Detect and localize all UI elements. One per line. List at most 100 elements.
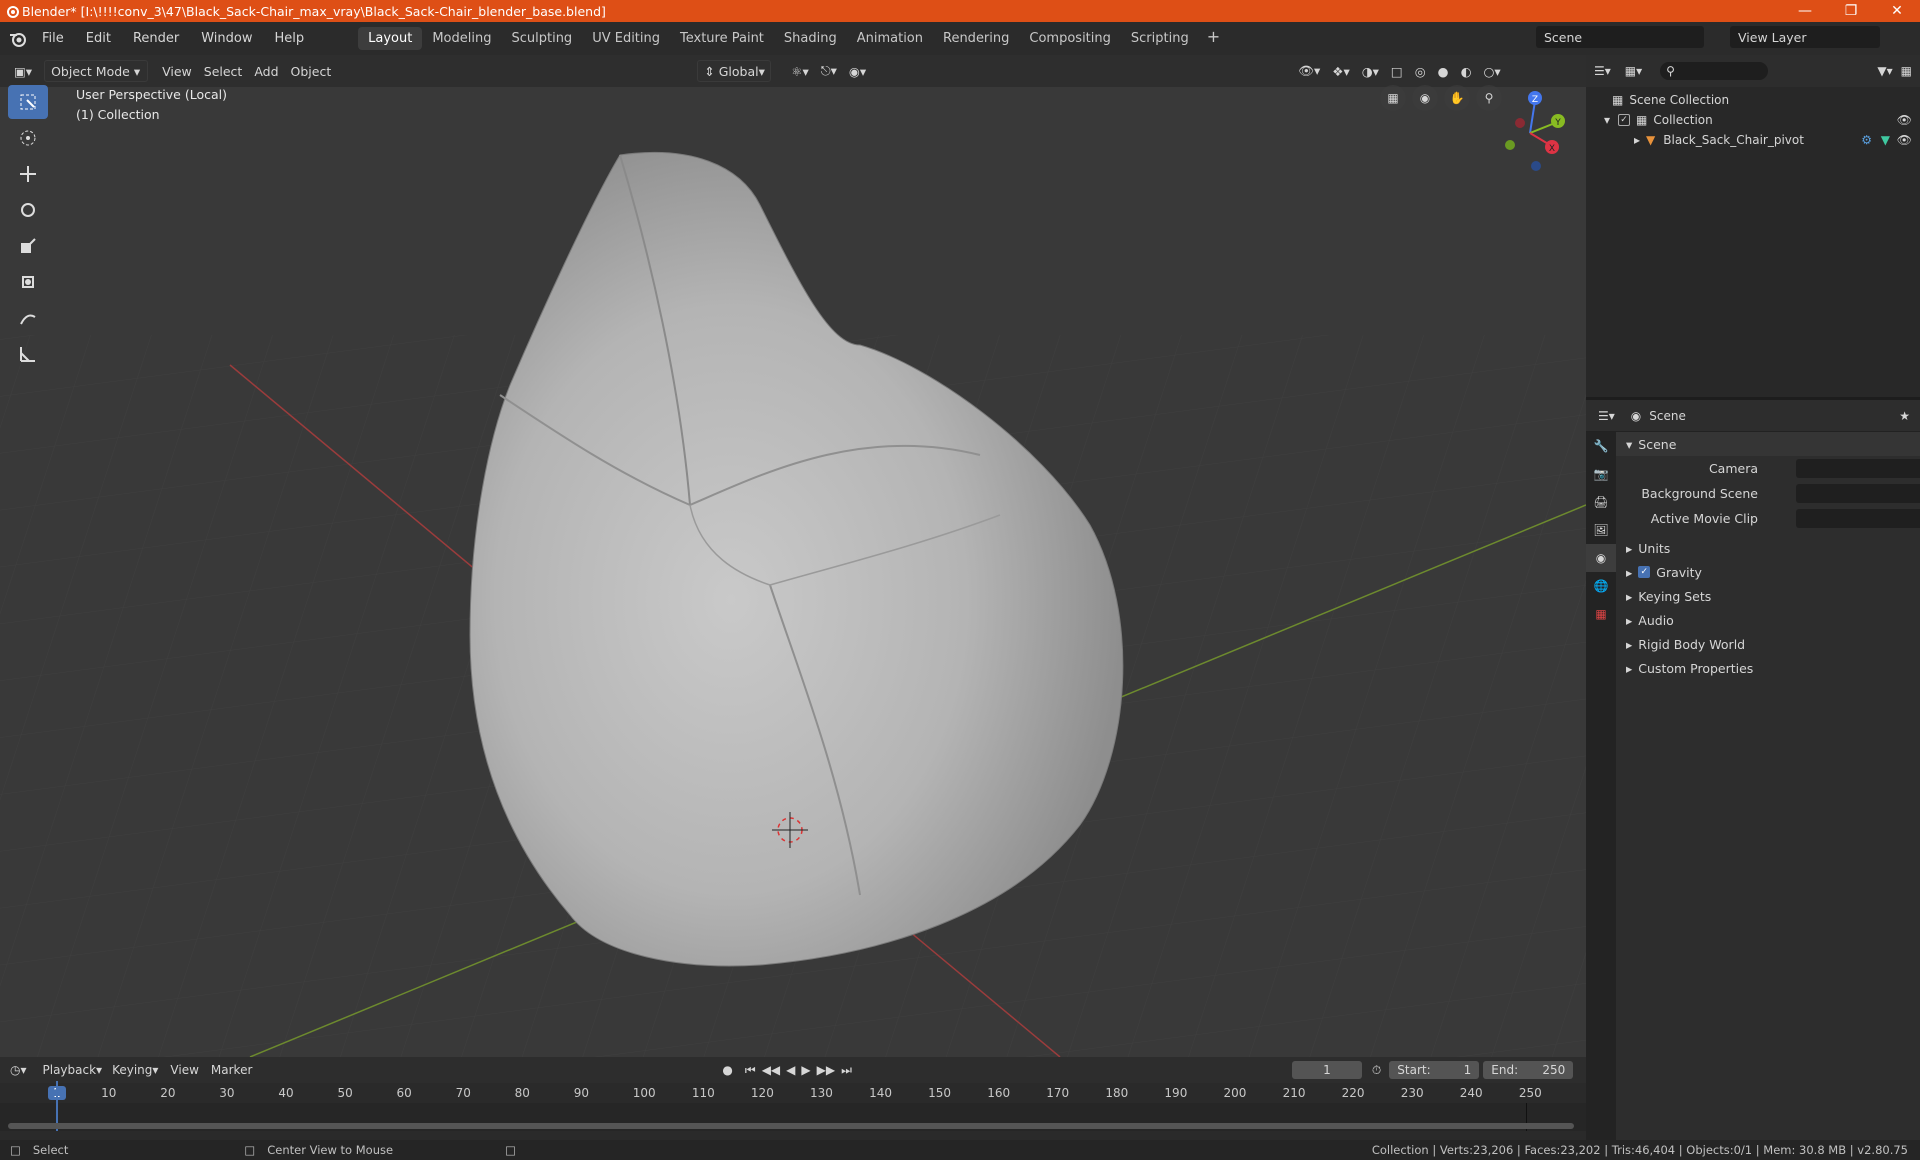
panel-rigid-body-world[interactable]: ▸ Rigid Body World — [1616, 632, 1920, 656]
scene-section-header[interactable]: ▾ Scene — [1616, 432, 1920, 456]
restore-button[interactable]: ❐ — [1828, 0, 1874, 22]
tab-uv-editing[interactable]: UV Editing — [582, 27, 670, 50]
new-collection-icon[interactable]: ▦ — [1901, 64, 1912, 78]
display-mode-icon[interactable]: ▦▾ — [1625, 64, 1642, 78]
menu-help[interactable]: Help — [275, 31, 305, 46]
mode-dropdown[interactable]: Object Mode ▾ — [44, 60, 149, 82]
tab-texture-paint[interactable]: Texture Paint — [670, 27, 774, 50]
transform-orientation-dropdown[interactable]: ⇕ Global ▾ — [697, 60, 772, 82]
view-layer-selector[interactable]: View Layer — [1730, 26, 1880, 48]
panel-gravity[interactable]: ▸ ✓ Gravity — [1616, 560, 1920, 584]
annotate-tool-icon[interactable] — [8, 301, 48, 335]
scene-tab-icon[interactable]: ◉ — [1586, 544, 1616, 572]
background-scene-field[interactable] — [1796, 483, 1920, 503]
texture-tab-icon[interactable]: ▦ — [1586, 600, 1616, 628]
filter-icon[interactable]: ▼▾ — [1877, 64, 1892, 78]
panel-keying-sets[interactable]: ▸ Keying Sets — [1616, 584, 1920, 608]
rendered-shading-icon[interactable]: ○▾ — [1478, 60, 1507, 82]
select-box-tool-icon[interactable] — [8, 85, 48, 119]
frame-ruler[interactable]: 1102030405060708090100110120130140150160… — [0, 1083, 1586, 1103]
view-layer-tab-icon[interactable]: 🖼 — [1586, 516, 1616, 544]
scene-selector[interactable]: Scene — [1536, 26, 1704, 48]
record-button-icon[interactable]: ● — [722, 1063, 732, 1077]
menu-render[interactable]: Render — [133, 31, 179, 46]
minimize-button[interactable]: — — [1782, 0, 1828, 22]
pin-icon[interactable]: ★ — [1899, 409, 1910, 423]
pivot-icon[interactable]: ⚛▾ — [785, 60, 814, 82]
play-reverse-icon[interactable]: ◀ — [786, 1063, 795, 1077]
timeline-panel[interactable]: ◷▾ Playback▾ Keying▾ View Marker ● ⏮ ◀◀ … — [0, 1057, 1586, 1140]
world-tab-icon[interactable]: 🌐 — [1586, 572, 1616, 600]
outliner-row-collection[interactable]: ▾ ✓ ▦ Collection 👁 — [1586, 110, 1920, 130]
scale-tool-icon[interactable] — [8, 229, 48, 263]
start-frame-field[interactable]: Start: 1 — [1389, 1061, 1480, 1079]
menu-playback[interactable]: Playback▾ — [43, 1063, 103, 1077]
blender-menu-icon[interactable] — [8, 29, 28, 49]
pan-view-icon[interactable]: ✋ — [1444, 85, 1470, 111]
prev-keyframe-icon[interactable]: ◀◀ — [762, 1063, 780, 1077]
proportional-edit-icon[interactable]: ◉▾ — [843, 60, 872, 82]
outliner-row-scene-collection[interactable]: ▦ Scene Collection — [1586, 90, 1920, 110]
timeline-editor-type-icon[interactable]: ◷▾ — [10, 1063, 27, 1077]
gizmo-toggle-icon[interactable]: ❖▾ — [1326, 60, 1355, 82]
menu-edit[interactable]: Edit — [86, 31, 111, 46]
expand-arrow-icon[interactable]: ▾ — [1604, 113, 1610, 127]
panel-custom-properties[interactable]: ▸ Custom Properties — [1616, 656, 1920, 680]
measure-tool-icon[interactable] — [8, 337, 48, 371]
rotate-tool-icon[interactable] — [8, 193, 48, 227]
move-tool-icon[interactable] — [8, 157, 48, 191]
3d-viewport[interactable]: ▣▾ Object Mode ▾ View Select Add Object … — [0, 55, 1586, 1057]
outliner-row-object[interactable]: ▸ ▼ Black_Sack_Chair_pivot ⚙ ▼ 👁 — [1586, 130, 1920, 150]
menu-window[interactable]: Window — [201, 31, 252, 46]
panel-audio[interactable]: ▸ Audio — [1616, 608, 1920, 632]
material-shading-icon[interactable]: ◐ — [1455, 60, 1478, 82]
menu-timeline-view[interactable]: View — [170, 1063, 198, 1077]
timeline-scrollbar[interactable] — [8, 1123, 1574, 1129]
gravity-checkbox[interactable]: ✓ — [1638, 566, 1651, 578]
end-frame-field[interactable]: End: 250 — [1483, 1061, 1574, 1079]
editor-type-icon[interactable]: ▣▾ — [8, 60, 38, 82]
tool-tab-icon[interactable]: 🔧 — [1586, 432, 1616, 460]
panel-units[interactable]: ▸ Units — [1616, 536, 1920, 560]
menu-select[interactable]: Select — [198, 60, 249, 82]
cursor-tool-icon[interactable] — [8, 121, 48, 155]
xray-icon[interactable]: □ — [1385, 60, 1409, 82]
menu-file[interactable]: File — [42, 31, 64, 46]
expand-arrow-icon[interactable]: ▸ — [1634, 133, 1640, 147]
camera-field[interactable] — [1796, 458, 1920, 478]
visibility-icon[interactable]: 👁▾ — [1292, 60, 1326, 82]
snap-icon[interactable]: ⎋▾ — [815, 60, 843, 82]
close-button[interactable]: ✕ — [1874, 0, 1920, 22]
solid-shading-icon[interactable]: ● — [1432, 60, 1455, 82]
properties-editor-type-icon[interactable]: ☰▾ — [1598, 409, 1615, 423]
collection-visibility-icon[interactable]: 👁 — [1897, 113, 1912, 127]
menu-keying[interactable]: Keying▾ — [112, 1063, 158, 1077]
overlay-toggle-icon[interactable]: ◑▾ — [1356, 60, 1385, 82]
tab-rendering[interactable]: Rendering — [933, 27, 1019, 50]
transform-tool-icon[interactable] — [8, 265, 48, 299]
timeline-track[interactable] — [0, 1081, 1586, 1131]
tab-layout[interactable]: Layout — [358, 27, 423, 50]
axis-gizmo[interactable]: Z Y X — [1480, 83, 1580, 183]
play-icon[interactable]: ▶ — [801, 1063, 810, 1077]
add-workspace-button[interactable]: + — [1199, 27, 1228, 50]
menu-add[interactable]: Add — [248, 60, 284, 82]
stopwatch-icon[interactable]: ⏱ — [1372, 1063, 1381, 1078]
jump-end-icon[interactable]: ⏭ — [841, 1063, 852, 1078]
output-tab-icon[interactable]: 🖨 — [1586, 488, 1616, 516]
tab-scripting[interactable]: Scripting — [1121, 27, 1199, 50]
collection-checkbox[interactable]: ✓ — [1618, 114, 1631, 126]
tab-shading[interactable]: Shading — [774, 27, 847, 50]
tab-compositing[interactable]: Compositing — [1019, 27, 1121, 50]
outliner-search-input[interactable]: ⚲ — [1660, 62, 1769, 80]
ortho-toggle-icon[interactable]: ▦ — [1380, 85, 1406, 111]
jump-start-icon[interactable]: ⏮ — [745, 1063, 756, 1078]
current-frame-field[interactable]: 1 — [1291, 1061, 1362, 1079]
camera-view-icon[interactable]: ◉ — [1412, 85, 1438, 111]
menu-view[interactable]: View — [156, 60, 198, 82]
movie-clip-field[interactable] — [1796, 508, 1920, 528]
outliner-editor-type-icon[interactable]: ☰▾ — [1594, 64, 1611, 78]
menu-marker[interactable]: Marker — [211, 1063, 252, 1077]
tab-sculpting[interactable]: Sculpting — [501, 27, 582, 50]
wireframe-shading-icon[interactable]: ◎ — [1409, 60, 1432, 82]
